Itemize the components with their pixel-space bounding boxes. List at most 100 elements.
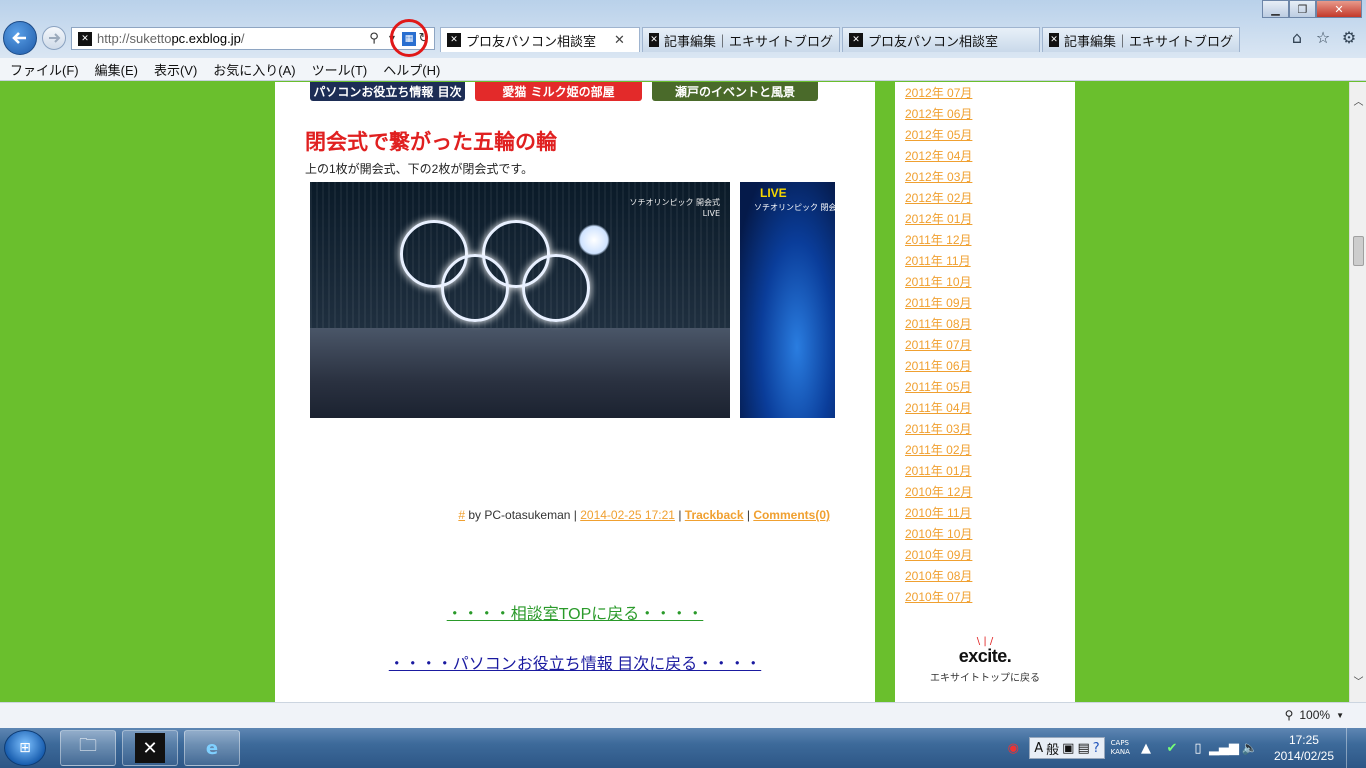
archive-link[interactable]: 2011年 07月 bbox=[905, 336, 972, 357]
device-icon[interactable]: ▯ bbox=[1188, 738, 1208, 758]
ime-help-icon[interactable]: ? bbox=[1093, 741, 1100, 756]
action-center-icon[interactable]: ✔ bbox=[1162, 738, 1182, 758]
meta-separator: | bbox=[678, 508, 682, 522]
excite-top-link[interactable]: \ | / excite. エキサイトトップに戻る bbox=[895, 637, 1075, 685]
system-tray: ◉ A 般 ▣ ▤ ? CAPS KANA ▲ ✔ ▯ ▂▄▆ 🔈 17:25 … bbox=[1003, 728, 1366, 768]
scroll-thumb[interactable] bbox=[1353, 236, 1364, 266]
photo-caption-line2: LIVE bbox=[702, 209, 720, 218]
comments-link[interactable]: Comments(0) bbox=[753, 508, 830, 522]
app-taskbar-button[interactable]: ✕ bbox=[122, 730, 178, 766]
menu-help[interactable]: ヘルプ(H) bbox=[377, 60, 446, 79]
home-icon[interactable]: ⌂ bbox=[1288, 28, 1306, 47]
permalink-hash[interactable]: # bbox=[458, 508, 465, 522]
menu-view[interactable]: 表示(V) bbox=[148, 60, 203, 79]
volume-muted-icon[interactable]: 🔈 bbox=[1240, 738, 1260, 758]
scroll-down-icon[interactable]: ﹀ bbox=[1350, 672, 1366, 689]
ime-tool-icon[interactable]: ▣ bbox=[1062, 741, 1074, 756]
post-datetime-link[interactable]: 2014-02-25 17:21 bbox=[580, 508, 675, 522]
show-hidden-icons[interactable]: ▲ bbox=[1136, 738, 1156, 758]
tray-app-icon[interactable]: ◉ bbox=[1003, 738, 1023, 758]
trackback-link[interactable]: Trackback bbox=[685, 508, 744, 522]
menu-tools[interactable]: ツール(T) bbox=[306, 60, 374, 79]
tab-label: 記事編集｜エキサイトブログ bbox=[663, 33, 833, 49]
tab-label: 記事編集｜エキサイトブログ bbox=[1063, 33, 1233, 49]
start-button[interactable]: ⊞ bbox=[4, 730, 46, 766]
show-desktop-button[interactable] bbox=[1346, 728, 1358, 768]
scroll-up-icon[interactable]: ︿ bbox=[1350, 92, 1366, 109]
zoom-dropdown-icon[interactable]: ▼ bbox=[1336, 711, 1344, 720]
menu-file[interactable]: ファイル(F) bbox=[4, 60, 85, 79]
tab-label: プロ友パソコン相談室 bbox=[868, 33, 999, 49]
archive-link[interactable]: 2012年 01月 bbox=[905, 210, 972, 231]
archive-link[interactable]: 2011年 05月 bbox=[905, 378, 972, 399]
olympic-ring bbox=[522, 254, 590, 322]
tab-favicon-icon: ✕ bbox=[1049, 33, 1059, 47]
archive-link[interactable]: 2012年 03月 bbox=[905, 168, 972, 189]
archive-link[interactable]: 2011年 12月 bbox=[905, 231, 972, 252]
photo2-caption: ソチオリンピック 閉会式 bbox=[754, 203, 835, 212]
banner-cat-room[interactable]: 愛猫 ミルク姫の部屋 bbox=[475, 82, 642, 101]
menu-favorites[interactable]: お気に入り(A) bbox=[207, 60, 301, 79]
archive-link[interactable]: 2011年 08月 bbox=[905, 315, 972, 336]
vertical-scrollbar[interactable]: ︿ ﹀ bbox=[1349, 82, 1366, 702]
tab-2[interactable]: ✕ 記事編集｜エキサイトブログ bbox=[642, 27, 840, 52]
zoom-control[interactable]: ⚲ 100% ▼ bbox=[1285, 708, 1344, 722]
archive-link[interactable]: 2012年 04月 bbox=[905, 147, 972, 168]
archive-link[interactable]: 2011年 09月 bbox=[905, 294, 972, 315]
search-icon[interactable]: ⚲ bbox=[366, 31, 382, 47]
archive-link[interactable]: 2010年 08月 bbox=[905, 567, 972, 588]
close-tab-icon[interactable]: ✕ bbox=[614, 32, 625, 48]
back-to-index-link[interactable]: ・・・・パソコンお役立ち情報 目次に戻る・・・・ bbox=[275, 650, 875, 674]
archive-link[interactable]: 2010年 11月 bbox=[905, 504, 972, 525]
clock[interactable]: 17:25 2014/02/25 bbox=[1274, 732, 1334, 764]
ime-bar[interactable]: A 般 ▣ ▤ ? bbox=[1029, 737, 1105, 759]
archive-link[interactable]: 2012年 05月 bbox=[905, 126, 972, 147]
settings-gear-icon[interactable]: ⚙ bbox=[1340, 28, 1358, 47]
explorer-taskbar-button[interactable]: 🗀 bbox=[60, 730, 116, 766]
favorites-star-icon[interactable]: ☆ bbox=[1314, 28, 1332, 47]
archive-link[interactable]: 2011年 01月 bbox=[905, 462, 972, 483]
back-button[interactable] bbox=[3, 21, 37, 55]
maximize-button[interactable]: ❐ bbox=[1289, 0, 1316, 18]
archive-link[interactable]: 2010年 10月 bbox=[905, 525, 972, 546]
forward-button[interactable] bbox=[42, 26, 66, 50]
closing-ceremony-photo[interactable]: LIVE ソチオリンピック 閉会式 bbox=[740, 182, 835, 418]
archive-link[interactable]: 2010年 12月 bbox=[905, 483, 972, 504]
zoom-icon: ⚲ bbox=[1284, 708, 1294, 722]
archive-link[interactable]: 2011年 10月 bbox=[905, 273, 972, 294]
archive-link[interactable]: 2011年 02月 bbox=[905, 441, 972, 462]
address-bar[interactable]: ✕ http://sukettopc.exblog.jp/ ⚲ ▼ ▦ ↻ bbox=[71, 27, 435, 50]
tab-3[interactable]: ✕ プロ友パソコン相談室 bbox=[842, 27, 1040, 52]
banner-pc-tips[interactable]: パソコンお役立ち情報 目次 bbox=[310, 82, 465, 101]
menu-edit[interactable]: 編集(E) bbox=[89, 60, 144, 79]
archive-link[interactable]: 2012年 02月 bbox=[905, 189, 972, 210]
folder-icon: 🗀 bbox=[79, 735, 97, 756]
archive-link[interactable]: 2012年 07月 bbox=[905, 84, 972, 105]
archive-link[interactable]: 2011年 11月 bbox=[905, 252, 972, 273]
zoom-level: 100% bbox=[1299, 708, 1331, 722]
banner-setouchi-events[interactable]: 瀬戸のイベントと風景 bbox=[652, 82, 818, 101]
kana-label: KANA bbox=[1110, 748, 1130, 756]
archive-link[interactable]: 2011年 06月 bbox=[905, 357, 972, 378]
tab-1[interactable]: ✕ プロ友パソコン相談室 ✕ bbox=[440, 27, 640, 52]
ime-dict-icon[interactable]: ▤ bbox=[1077, 741, 1089, 756]
meta-separator: | bbox=[746, 508, 750, 522]
tab-favicon-icon: ✕ bbox=[447, 33, 461, 47]
excite-top-label: エキサイトトップに戻る bbox=[930, 673, 1040, 684]
archive-link[interactable]: 2012年 06月 bbox=[905, 105, 972, 126]
archive-link[interactable]: 2010年 09月 bbox=[905, 546, 972, 567]
archive-link[interactable]: 2011年 03月 bbox=[905, 420, 972, 441]
ime-kanji[interactable]: 般 bbox=[1046, 739, 1059, 758]
back-to-top-link[interactable]: ・・・・相談室TOPに戻る・・・・ bbox=[275, 600, 875, 624]
ie-taskbar-button[interactable]: e bbox=[184, 730, 240, 766]
close-window-button[interactable]: ✕ bbox=[1316, 0, 1362, 18]
ime-mode[interactable]: A bbox=[1034, 741, 1043, 756]
olympic-rings-photo[interactable]: ソチオリンピック 開会式 LIVE bbox=[310, 182, 730, 418]
network-icon[interactable]: ▂▄▆ bbox=[1209, 738, 1239, 758]
address-url[interactable]: http://sukettopc.exblog.jp/ bbox=[97, 31, 366, 46]
tab-4[interactable]: ✕ 記事編集｜エキサイトブログ bbox=[1042, 27, 1240, 52]
post-title: 閉会式で繋がった五輪の輪 bbox=[305, 130, 557, 154]
archive-link[interactable]: 2011年 04月 bbox=[905, 399, 972, 420]
archive-link[interactable]: 2010年 07月 bbox=[905, 588, 972, 609]
minimize-button[interactable]: ▁ bbox=[1262, 0, 1289, 18]
